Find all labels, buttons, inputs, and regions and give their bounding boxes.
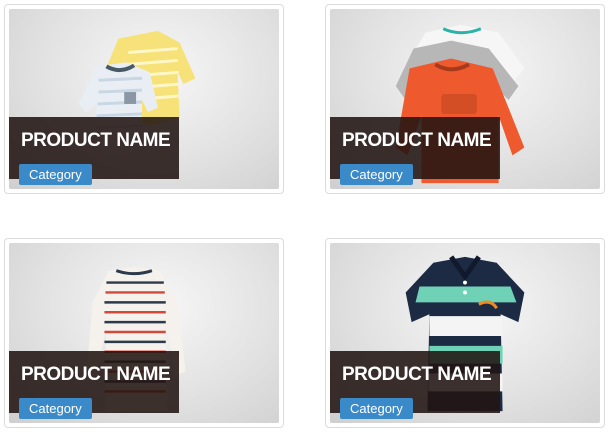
product-overlay: PRODUCT NAME Category xyxy=(9,351,179,419)
category-badge[interactable]: Category xyxy=(340,164,413,185)
product-overlay: PRODUCT NAME Category xyxy=(330,351,500,419)
product-card[interactable]: PRODUCT NAME Category xyxy=(325,4,605,194)
product-name[interactable]: PRODUCT NAME xyxy=(21,130,171,152)
category-badge[interactable]: Category xyxy=(340,398,413,419)
product-overlay: PRODUCT NAME Category xyxy=(9,117,179,185)
product-card[interactable]: PRODUCT NAME Category xyxy=(325,238,605,428)
category-badge[interactable]: Category xyxy=(19,398,92,419)
product-name[interactable]: PRODUCT NAME xyxy=(342,364,492,386)
product-overlay: PRODUCT NAME Category xyxy=(330,117,500,185)
product-card[interactable]: PRODUCT NAME Category xyxy=(4,4,284,194)
product-name[interactable]: PRODUCT NAME xyxy=(342,130,492,152)
product-card[interactable]: PRODUCT NAME Category xyxy=(4,238,284,428)
product-name[interactable]: PRODUCT NAME xyxy=(21,364,171,386)
category-badge[interactable]: Category xyxy=(19,164,92,185)
